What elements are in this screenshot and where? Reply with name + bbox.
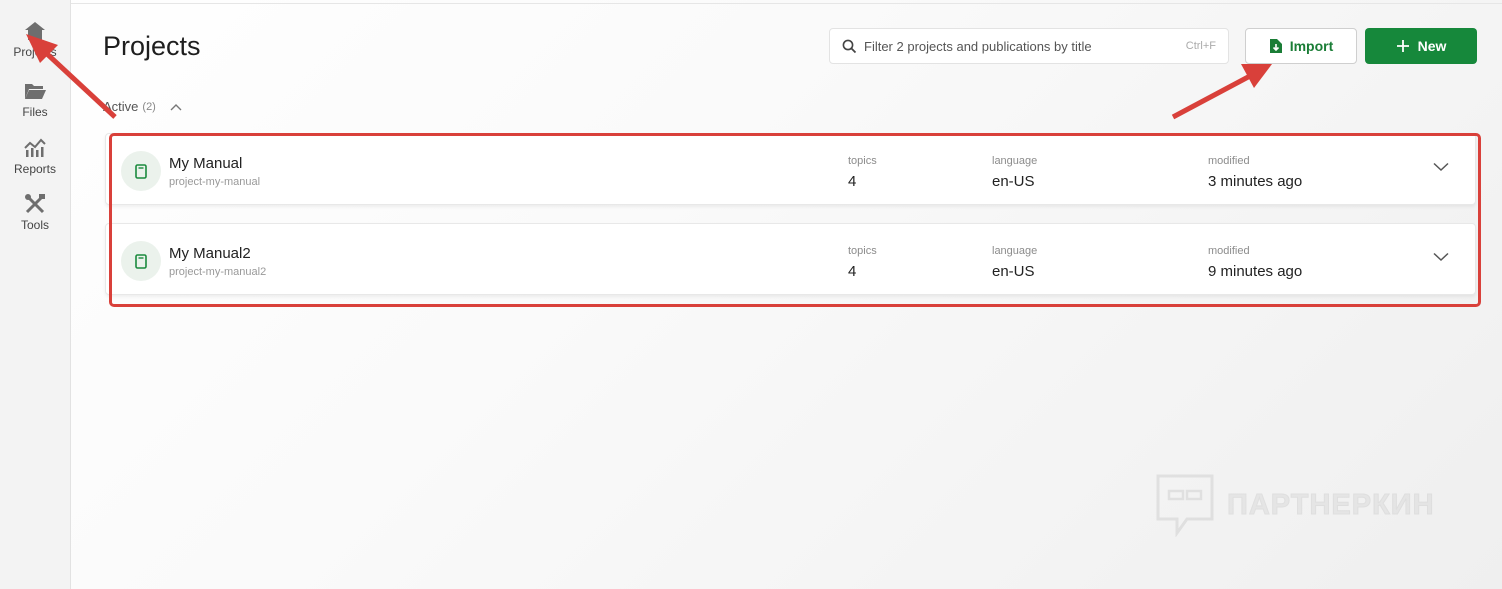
import-button-label: Import <box>1289 38 1334 54</box>
sidebar-item-label: Projects <box>13 45 57 59</box>
folder-icon <box>25 84 46 99</box>
language-label: language <box>992 155 1038 167</box>
topics-label: topics <box>848 155 877 167</box>
modified-value: 3 minutes ago <box>1208 173 1303 190</box>
modified-value: 9 minutes ago <box>1208 263 1303 280</box>
sidebar-item-label: Tools <box>20 218 49 232</box>
home-icon <box>25 22 45 40</box>
chevron-up-icon <box>170 103 182 110</box>
tools-icon <box>25 194 45 214</box>
watermark-logo-icon <box>1156 474 1214 537</box>
search-box[interactable]: Ctrl+F <box>829 28 1229 64</box>
watermark-text: ПАРТНЕРКИН <box>1227 488 1435 521</box>
project-card[interactable]: My Manual2 project-my-manual2 topics 4 l… <box>105 223 1476 295</box>
project-avatar <box>121 151 161 191</box>
top-divider <box>71 3 1502 4</box>
project-name[interactable]: My Manual <box>169 155 242 172</box>
import-file-icon <box>1269 39 1282 53</box>
topics-value: 4 <box>848 263 857 280</box>
sidebar: Projects Files Reports Tools <box>0 0 71 589</box>
plus-icon <box>1396 40 1409 52</box>
new-button-label: New <box>1417 38 1447 54</box>
project-name[interactable]: My Manual2 <box>169 245 251 262</box>
modified-label: modified <box>1208 155 1250 167</box>
sidebar-item-label: Reports <box>13 162 57 176</box>
sidebar-item-label: Files <box>22 105 48 119</box>
chevron-down-icon[interactable] <box>1433 162 1449 172</box>
language-value: en-US <box>992 263 1035 280</box>
topics-value: 4 <box>848 173 857 190</box>
book-icon <box>135 163 147 179</box>
section-toggle-active[interactable]: Active (2) <box>103 99 182 114</box>
search-shortcut-hint: Ctrl+F <box>1185 40 1216 52</box>
book-icon <box>135 253 147 269</box>
annotation-arrow-import <box>1171 64 1272 120</box>
section-label: Active <box>103 99 139 114</box>
sidebar-item-tools[interactable]: Tools <box>0 193 70 232</box>
project-card[interactable]: My Manual project-my-manual topics 4 lan… <box>105 133 1476 205</box>
project-slug: project-my-manual <box>169 176 261 188</box>
modified-label: modified <box>1208 245 1250 257</box>
language-value: en-US <box>992 173 1035 190</box>
watermark: ПАРТНЕРКИН <box>1155 473 1435 537</box>
topics-label: topics <box>848 245 877 257</box>
project-slug: project-my-manual2 <box>169 266 267 278</box>
search-icon <box>842 39 857 54</box>
sidebar-item-files[interactable]: Files <box>0 80 70 119</box>
language-label: language <box>992 245 1038 257</box>
chevron-down-icon[interactable] <box>1433 252 1449 262</box>
project-avatar <box>121 241 161 281</box>
new-button[interactable]: New <box>1365 28 1477 64</box>
search-input[interactable] <box>864 29 1164 63</box>
sidebar-item-reports[interactable]: Reports <box>0 137 70 176</box>
import-button[interactable]: Import <box>1245 28 1357 64</box>
page-title: Projects <box>103 31 201 61</box>
sidebar-item-projects[interactable]: Projects <box>0 20 70 59</box>
chart-icon <box>24 138 46 157</box>
section-count: (2) <box>142 100 156 113</box>
